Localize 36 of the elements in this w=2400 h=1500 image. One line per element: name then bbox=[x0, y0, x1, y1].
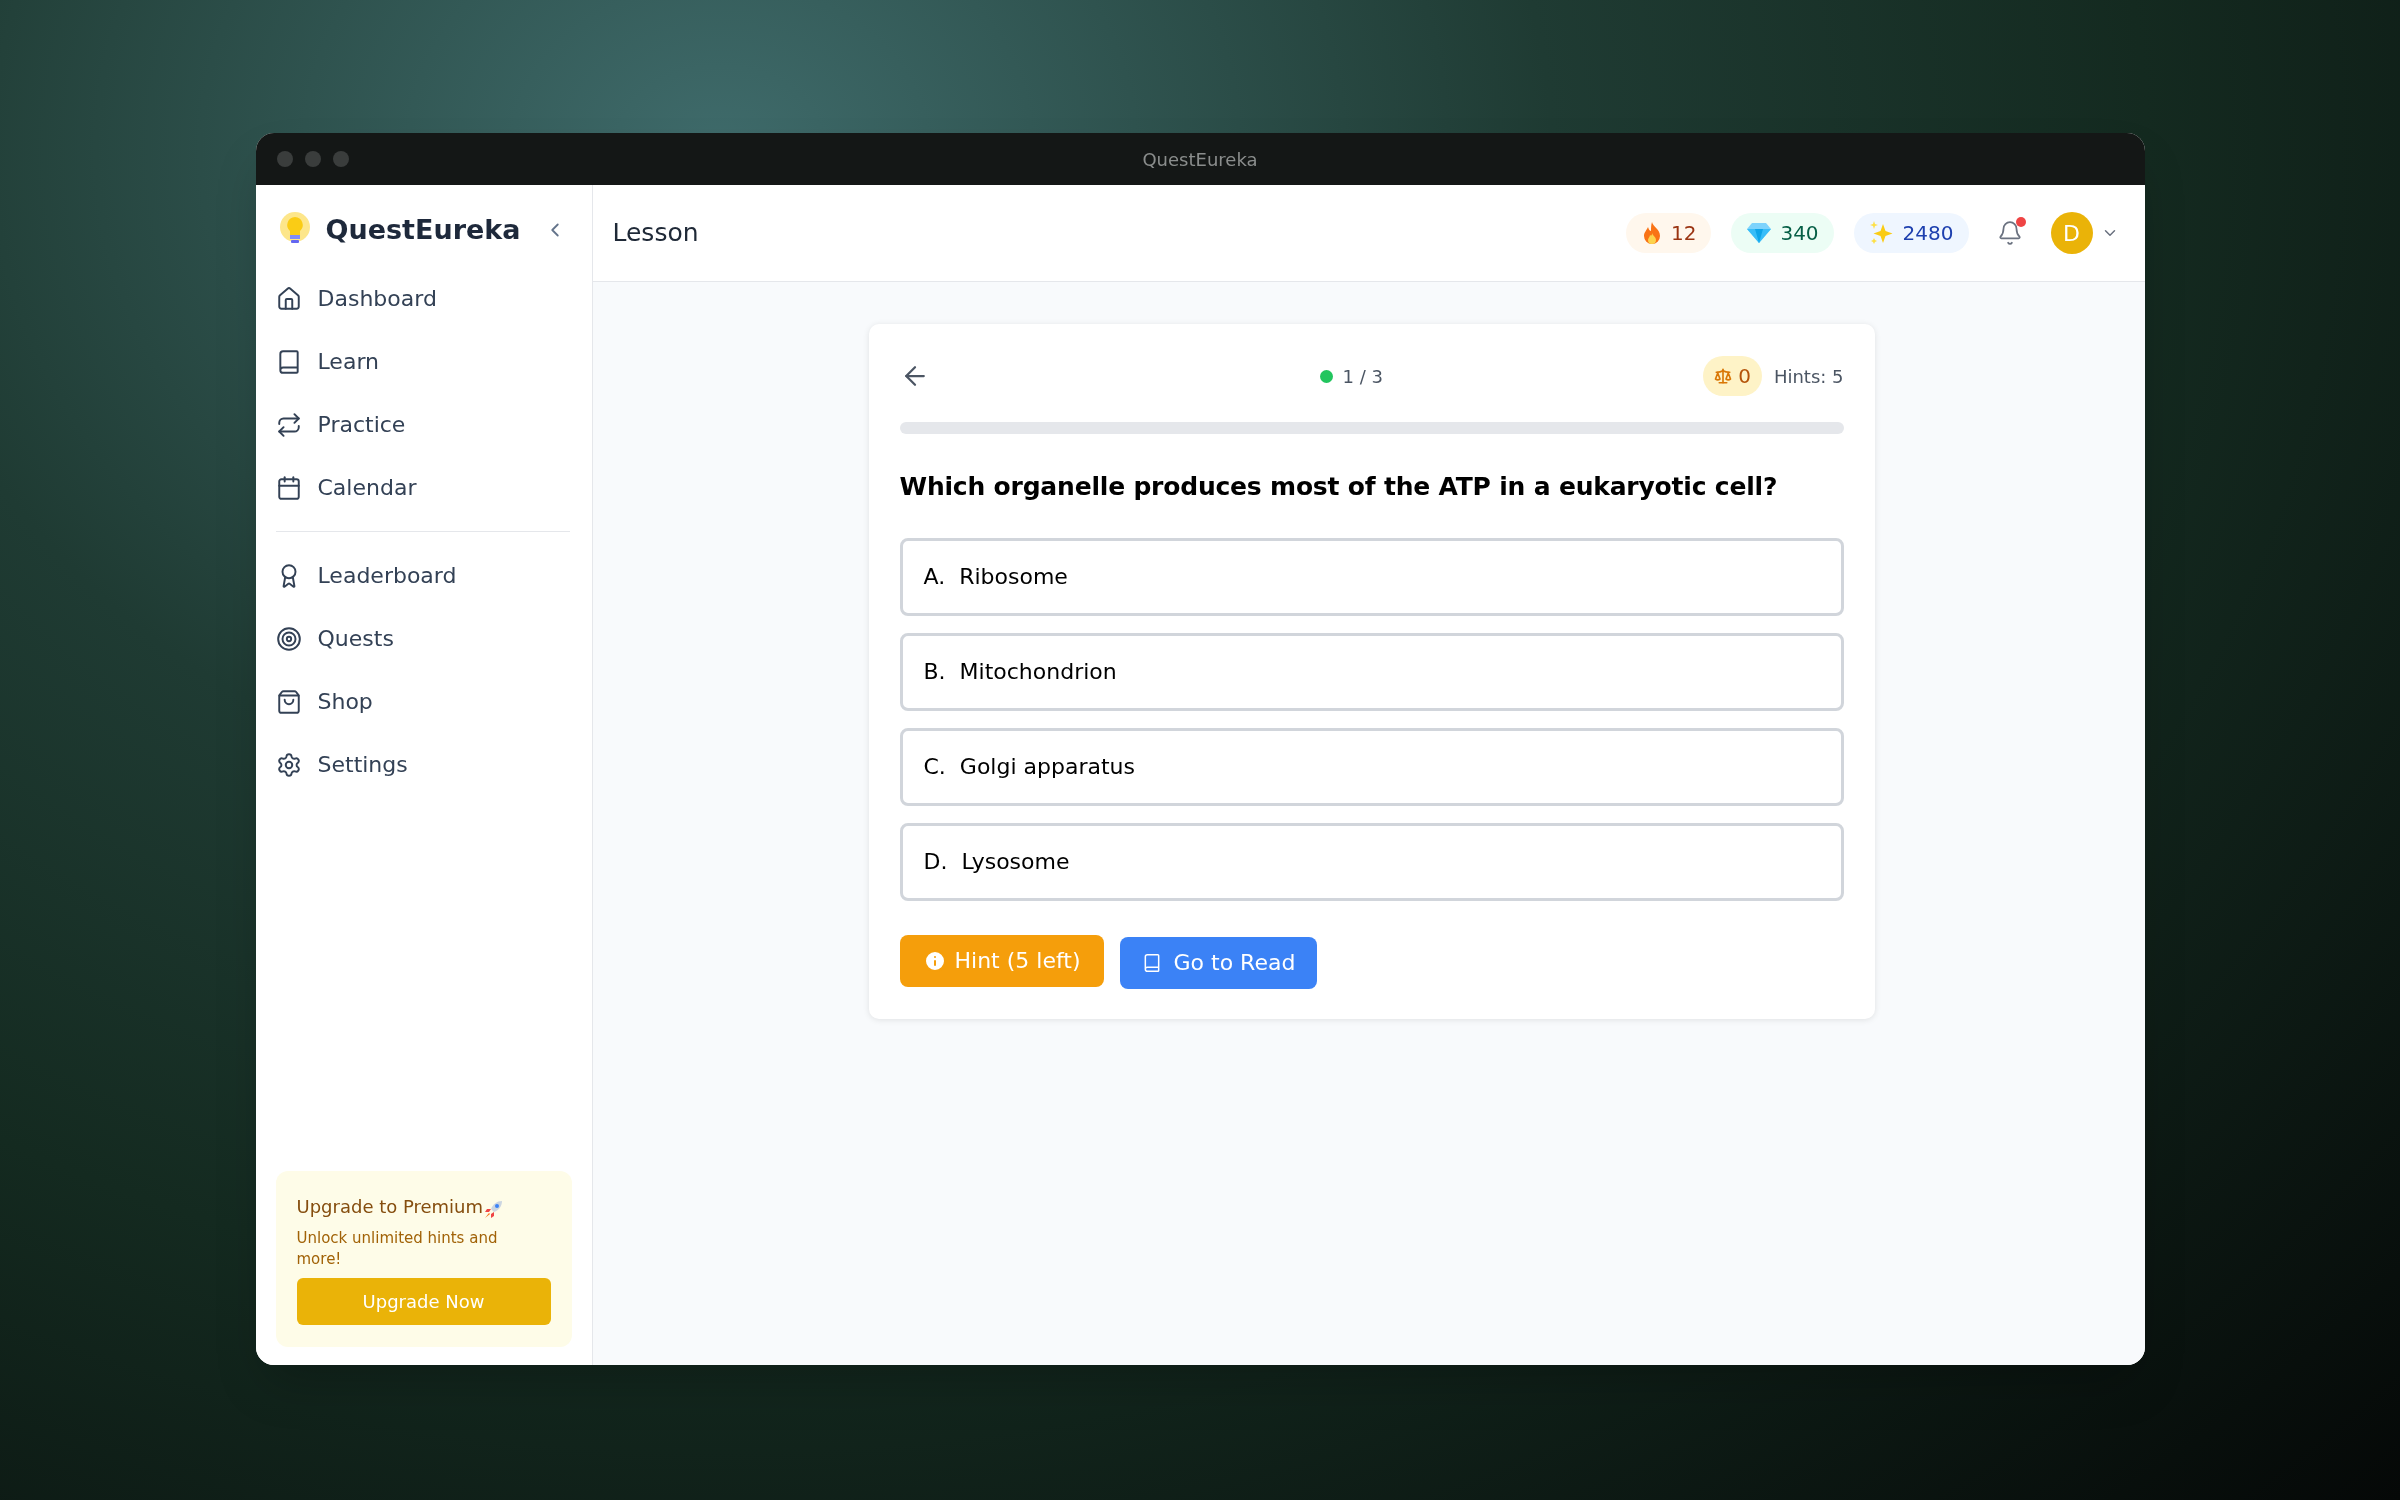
question-text: Which organelle produces most of the ATP in a eukaryotic cell? bbox=[899, 471, 1779, 503]
rocket-icon bbox=[483, 1200, 504, 1220]
promo-text: Unlock unlimited hints and more! bbox=[296, 1228, 499, 1270]
answer-option[interactable]: D. Lysosome bbox=[899, 822, 1844, 901]
question-counter: 1 / 3 bbox=[1342, 364, 1384, 389]
target-icon bbox=[275, 625, 302, 652]
home-icon bbox=[275, 285, 302, 312]
repeat-icon bbox=[275, 411, 302, 438]
promo-title: Upgrade to Premium bbox=[296, 1195, 484, 1219]
answer-option[interactable]: A. Ribosome bbox=[899, 537, 1844, 616]
page-title: Lesson bbox=[612, 217, 699, 250]
answer-option[interactable]: B. Mitochondrion bbox=[899, 632, 1844, 711]
bag-icon bbox=[275, 688, 302, 715]
calendar-icon bbox=[275, 474, 302, 501]
diamond-icon bbox=[1746, 222, 1773, 244]
gems-badge: 340 bbox=[1731, 213, 1834, 253]
score-badge: 0 bbox=[1703, 356, 1762, 396]
read-button[interactable]: Go to Read bbox=[1119, 936, 1318, 989]
avatar: D bbox=[2050, 212, 2093, 254]
window-title: QuestEureka bbox=[1142, 147, 1258, 172]
brand-name: QuestEureka bbox=[325, 212, 521, 247]
sidebar-item[interactable]: Shop bbox=[275, 670, 572, 733]
sidebar-item[interactable]: Quests bbox=[275, 607, 572, 670]
notifications-button[interactable] bbox=[1996, 220, 2023, 246]
sidebar-item[interactable]: Settings bbox=[275, 733, 572, 796]
sidebar-item[interactable]: Learn bbox=[275, 330, 572, 393]
sidebar-item[interactable]: Leaderboard bbox=[275, 544, 572, 607]
xp-badge: 2480 bbox=[1853, 213, 1969, 253]
settings-icon bbox=[275, 751, 302, 778]
streak-badge: 12 bbox=[1625, 213, 1712, 253]
hints-count: Hints: 5 bbox=[1773, 364, 1844, 389]
sidebar-item[interactable]: Calendar bbox=[275, 456, 572, 519]
scales-icon bbox=[1714, 367, 1733, 385]
sidebar-item[interactable]: Dashboard bbox=[275, 267, 572, 330]
sidebar-item[interactable]: Practice bbox=[275, 393, 572, 456]
answer-option[interactable]: C. Golgi apparatus bbox=[899, 727, 1844, 806]
